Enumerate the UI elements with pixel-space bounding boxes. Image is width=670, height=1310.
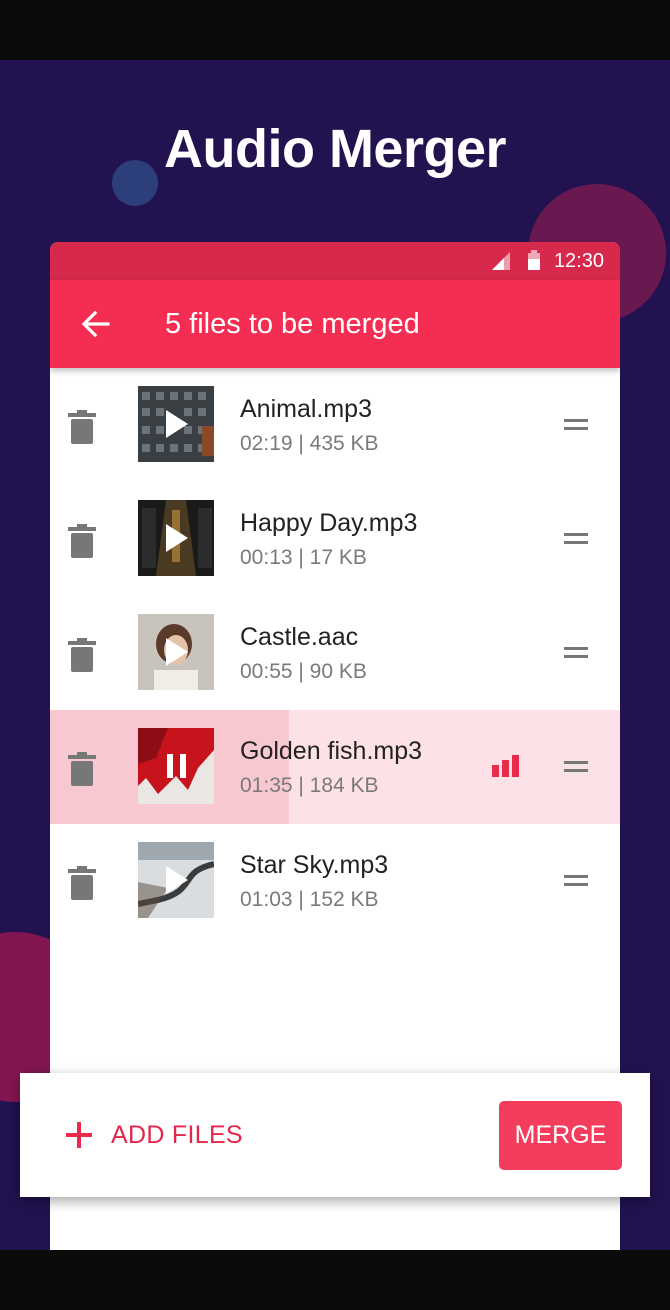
thumbnail-red-fabric[interactable] (138, 728, 214, 804)
play-icon (166, 638, 188, 666)
system-top-bar (0, 0, 670, 60)
file-meta: 01:35 | 184 KB (240, 774, 379, 797)
trash-icon[interactable] (68, 638, 96, 672)
add-files-label: ADD FILES (111, 1120, 243, 1149)
file-name: Golden fish.mp3 (240, 737, 423, 765)
trash-icon[interactable] (68, 524, 96, 558)
add-files-button[interactable]: ADD FILES (66, 1117, 243, 1153)
trash-icon[interactable] (68, 866, 96, 900)
battery-icon (528, 250, 540, 270)
list-item[interactable]: Star Sky.mp3 01:03 | 152 KB (50, 824, 620, 938)
equalizer-icon (492, 755, 519, 777)
play-icon (166, 866, 188, 894)
page-title: 5 files to be merged (165, 308, 420, 340)
plus-icon (66, 1122, 92, 1148)
thumbnail-portrait[interactable] (138, 614, 214, 690)
drag-handle-icon[interactable] (564, 759, 588, 775)
system-bottom-bar (0, 1250, 670, 1310)
file-name: Castle.aac (240, 623, 359, 651)
file-name: Happy Day.mp3 (240, 509, 418, 537)
file-name: Animal.mp3 (240, 395, 372, 423)
drag-handle-icon[interactable] (564, 645, 588, 661)
file-meta: 00:55 | 90 KB (240, 660, 367, 683)
list-item[interactable]: Animal.mp3 02:19 | 435 KB (50, 368, 620, 482)
back-arrow-icon[interactable] (78, 306, 114, 342)
file-meta: 01:03 | 152 KB (240, 888, 379, 911)
list-item[interactable]: Castle.aac 00:55 | 90 KB (50, 596, 620, 710)
status-time: 12:30 (553, 250, 604, 272)
promo-title: Audio Merger (163, 119, 507, 179)
drag-handle-icon[interactable] (564, 873, 588, 889)
play-icon (166, 410, 188, 438)
list-item-playing[interactable]: Golden fish.mp3 01:35 | 184 KB (50, 710, 620, 824)
thumbnail-street[interactable] (138, 500, 214, 576)
file-meta: 00:13 | 17 KB (240, 546, 367, 569)
pause-icon (167, 754, 186, 778)
file-name: Star Sky.mp3 (240, 851, 389, 879)
merge-button[interactable]: MERGE (499, 1101, 622, 1170)
trash-icon[interactable] (68, 752, 96, 786)
list-item[interactable]: Happy Day.mp3 00:13 | 17 KB (50, 482, 620, 596)
thumbnail-road[interactable] (138, 842, 214, 918)
trash-icon[interactable] (68, 410, 96, 444)
file-list: Animal.mp3 02:19 | 435 KB Happy Day.mp3 … (50, 368, 620, 938)
drag-handle-icon[interactable] (564, 531, 588, 547)
status-bar: 12:30 (50, 242, 620, 280)
signal-icon (492, 252, 510, 270)
play-icon (166, 524, 188, 552)
drag-handle-icon[interactable] (564, 417, 588, 433)
file-meta: 02:19 | 435 KB (240, 432, 379, 455)
thumbnail-building[interactable] (138, 386, 214, 462)
app-bar: 5 files to be merged (50, 280, 620, 368)
action-bar: ADD FILES MERGE (20, 1073, 650, 1197)
